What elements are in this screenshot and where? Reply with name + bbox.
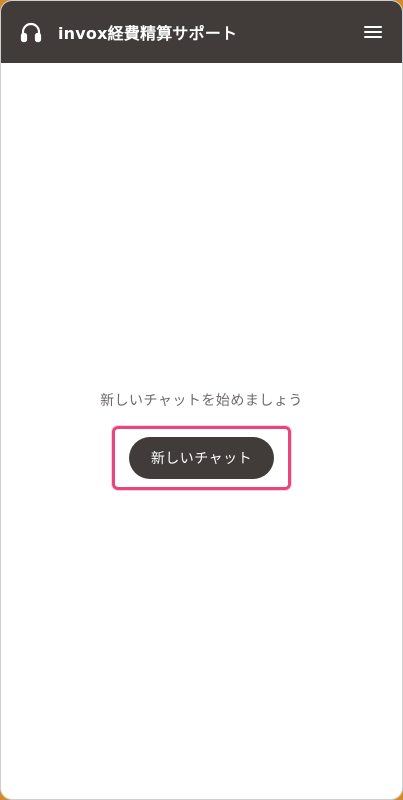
app-window: invox経費精算サポート 新しいチャットを始めましょう 新しいチャット: [0, 0, 403, 800]
button-highlight: 新しいチャット: [111, 426, 292, 490]
start-chat-prompt: 新しいチャットを始めましょう: [100, 393, 303, 409]
app-header: invox経費精算サポート: [1, 1, 402, 63]
main-content: 新しいチャットを始めましょう 新しいチャット: [1, 63, 402, 799]
new-chat-button[interactable]: 新しいチャット: [128, 437, 275, 479]
empty-chat-state: 新しいチャットを始めましょう 新しいチャット: [1, 390, 402, 490]
hamburger-menu-icon[interactable]: [360, 19, 386, 45]
headset-icon: [19, 20, 43, 44]
app-title: invox経費精算サポート: [58, 24, 238, 43]
